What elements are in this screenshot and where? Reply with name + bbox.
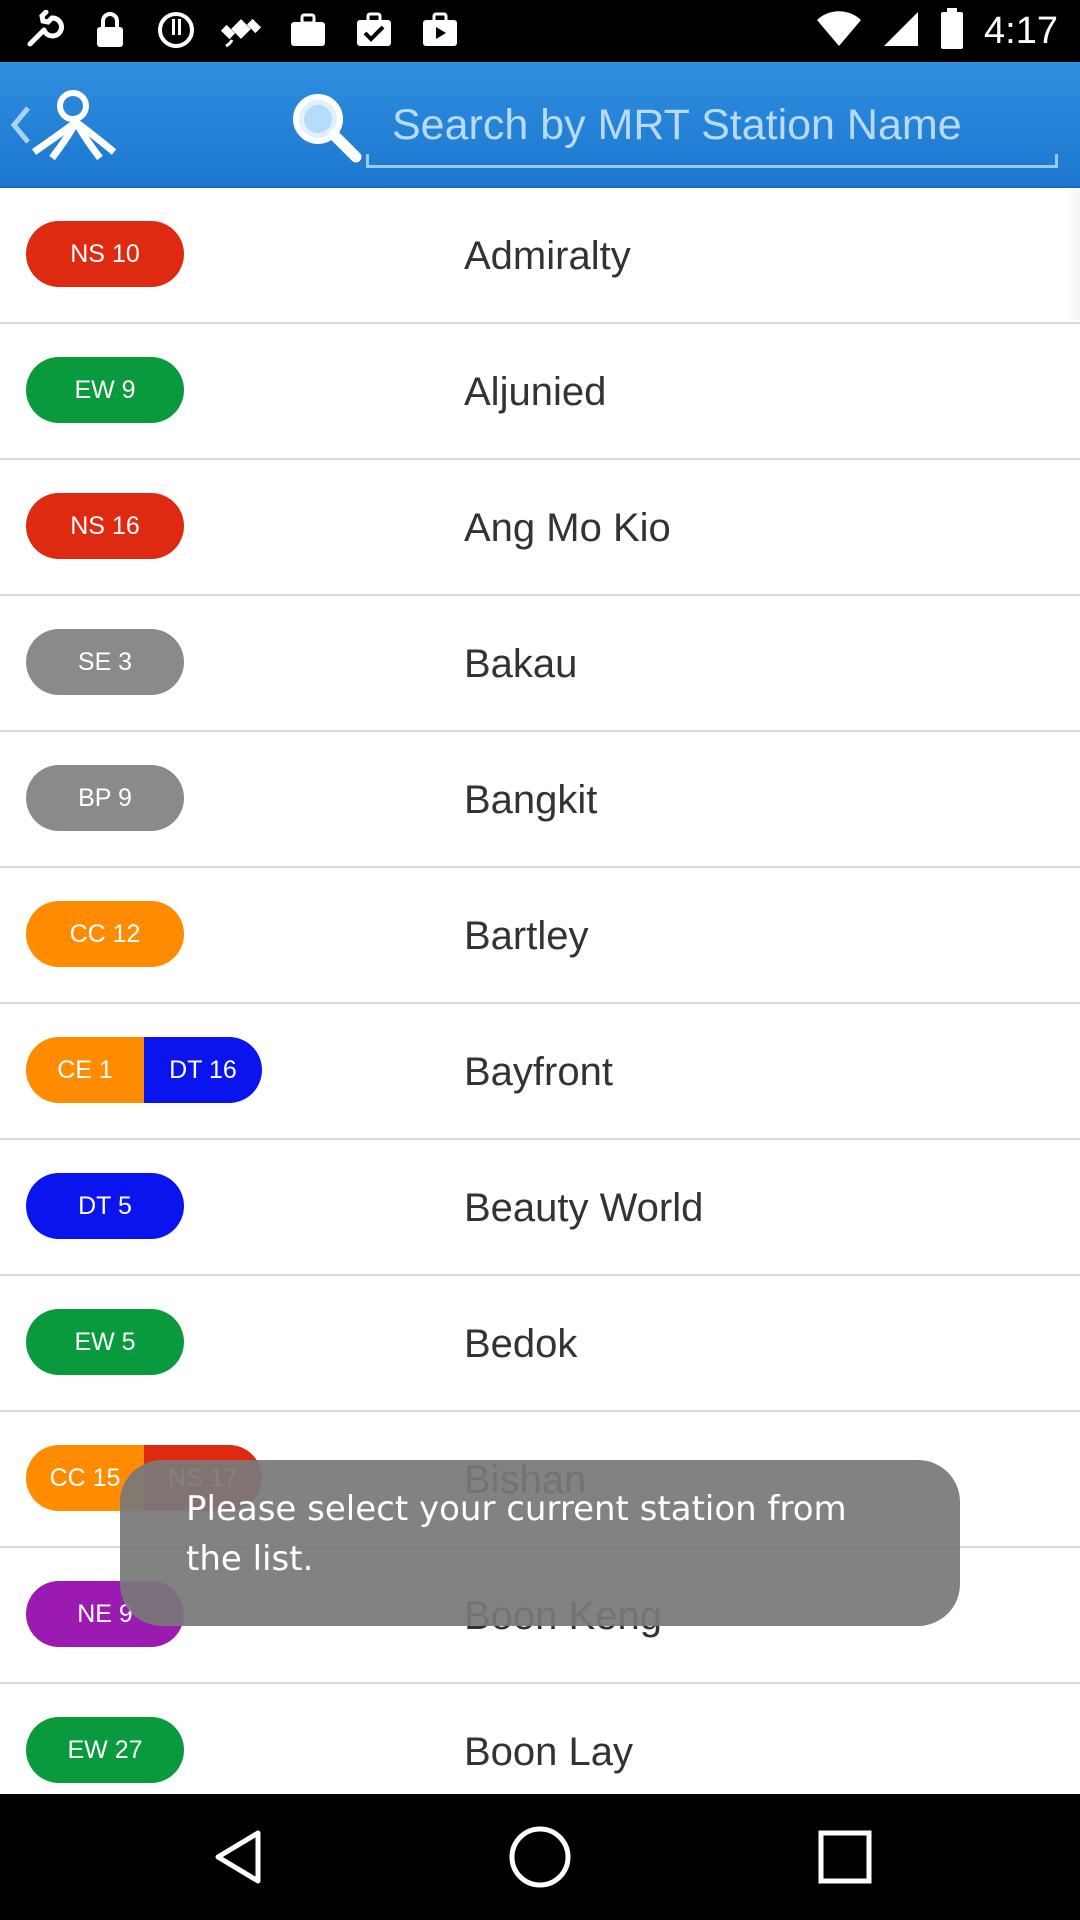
app-logo-icon[interactable]	[30, 82, 118, 168]
station-row[interactable]: SE 3 Bakau	[0, 596, 1080, 732]
station-name: Bakau	[464, 641, 578, 686]
line-code-badge: DT 16	[144, 1037, 262, 1103]
line-code-badge: NS 10	[26, 221, 184, 287]
station-row[interactable]: DT 5 Beauty World	[0, 1140, 1080, 1276]
wrench-icon	[22, 8, 66, 52]
station-name: Ang Mo Kio	[464, 505, 671, 550]
briefcase-icon	[286, 8, 330, 52]
line-code-badges: NS 10	[26, 221, 184, 287]
station-name: Bayfront	[464, 1049, 613, 1094]
task-icon	[352, 8, 396, 52]
station-row[interactable]: NS 16 Ang Mo Kio	[0, 460, 1080, 596]
line-code-badges: BP 9	[26, 765, 184, 831]
station-name: Aljunied	[464, 369, 607, 414]
wifi-icon	[816, 10, 862, 53]
status-bar: 4:17	[0, 0, 1080, 62]
back-icon[interactable]	[205, 1824, 271, 1890]
line-code-badges: DT 5	[26, 1173, 184, 1239]
line-code-badge: SE 3	[26, 629, 184, 695]
line-code-badges: CC 12	[26, 901, 184, 967]
station-name: Admiralty	[464, 233, 631, 278]
alert-icon	[154, 8, 198, 52]
station-row[interactable]: EW 9 Aljunied	[0, 324, 1080, 460]
toast-message: Please select your current station from …	[120, 1460, 960, 1626]
battery-icon	[940, 7, 964, 55]
station-row[interactable]: EW 5 Bedok	[0, 1276, 1080, 1412]
line-code-badges: NS 16	[26, 493, 184, 559]
line-code-badge: CC 12	[26, 901, 184, 967]
station-row[interactable]: NS 10 Admiralty	[0, 188, 1080, 324]
signal-icon	[882, 10, 920, 53]
system-status: 4:17	[816, 6, 1058, 56]
station-name: Beauty World	[464, 1185, 704, 1230]
line-code-badge: EW 9	[26, 357, 184, 423]
line-code-badge: EW 27	[26, 1717, 184, 1783]
recents-icon[interactable]	[812, 1824, 878, 1890]
lock-icon	[88, 8, 132, 52]
search-input[interactable]	[392, 90, 1042, 160]
line-code-badges: EW 9	[26, 357, 184, 423]
clock: 4:17	[984, 9, 1058, 52]
search-icon[interactable]	[286, 87, 366, 167]
station-row[interactable]: CE 1 DT 16 Bayfront	[0, 1004, 1080, 1140]
app-header	[0, 62, 1080, 188]
line-code-badges: EW 5	[26, 1309, 184, 1375]
line-code-badges: SE 3	[26, 629, 184, 695]
home-icon[interactable]	[507, 1824, 573, 1890]
scroll-edge	[1066, 188, 1080, 320]
station-row[interactable]: EW 27 Boon Lay	[0, 1684, 1080, 1794]
line-code-badge: DT 5	[26, 1173, 184, 1239]
station-name: Bartley	[464, 913, 589, 958]
play-store-icon	[418, 8, 462, 52]
navigation-bar	[0, 1794, 1080, 1920]
line-code-badge: CE 1	[26, 1037, 144, 1103]
station-name: Boon Lay	[464, 1729, 634, 1774]
station-name: Bedok	[464, 1321, 578, 1366]
line-code-badge: EW 5	[26, 1309, 184, 1375]
satellite-icon	[220, 8, 264, 52]
station-name: Bangkit	[464, 777, 598, 822]
station-row[interactable]: BP 9 Bangkit	[0, 732, 1080, 868]
line-code-badges: EW 27	[26, 1717, 184, 1783]
station-row[interactable]: CC 12 Bartley	[0, 868, 1080, 1004]
line-code-badge: NS 16	[26, 493, 184, 559]
line-code-badge: BP 9	[26, 765, 184, 831]
notification-icons	[22, 8, 462, 52]
line-code-badges: CE 1 DT 16	[26, 1037, 262, 1103]
